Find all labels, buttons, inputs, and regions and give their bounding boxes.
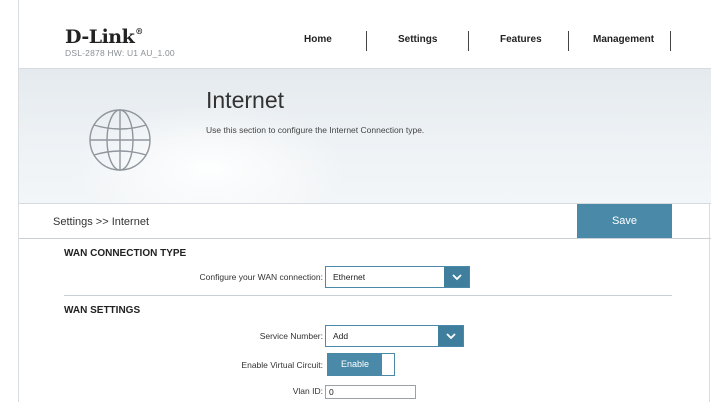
nav-settings[interactable]: Settings — [398, 34, 437, 45]
nav-home[interactable]: Home — [304, 34, 332, 45]
vlan-id-label: Vlan ID: — [292, 386, 323, 396]
wan-connection-label: Configure your WAN connection: — [199, 272, 323, 282]
service-number-select[interactable]: Add — [325, 325, 464, 347]
chevron-down-icon[interactable] — [444, 267, 469, 287]
nav-separator — [568, 31, 569, 51]
virtual-circuit-label: Enable Virtual Circuit: — [241, 360, 323, 370]
vlan-id-input[interactable]: 0 — [325, 385, 416, 399]
section-divider — [64, 295, 672, 296]
nav-separator — [670, 31, 671, 51]
nav-separator — [366, 31, 367, 51]
save-button[interactable]: Save — [577, 204, 672, 238]
nav-separator — [468, 31, 469, 51]
wan-connection-value: Ethernet — [333, 272, 366, 282]
nav-management[interactable]: Management — [593, 34, 654, 45]
virtual-circuit-toggle[interactable]: Enable — [327, 353, 395, 376]
divider — [19, 238, 711, 239]
service-number-value: Add — [333, 331, 349, 341]
page-title: Internet — [206, 87, 284, 113]
toggle-enable-state: Enable — [328, 354, 382, 375]
service-number-label: Service Number: — [259, 331, 323, 341]
header: D-Link® DSL-2878 HW: U1 AU_1.00 Home Set… — [19, 0, 711, 68]
breadcrumb-bar: Settings >> Internet Save — [19, 204, 711, 238]
section-title-wan-type: WAN CONNECTION TYPE — [64, 248, 187, 259]
nav-features[interactable]: Features — [500, 34, 542, 45]
wan-connection-select[interactable]: Ethernet — [325, 266, 470, 288]
globe-icon — [89, 109, 151, 171]
page-description: Use this section to configure the Intern… — [206, 125, 425, 135]
breadcrumb: Settings >> Internet — [53, 216, 150, 228]
chevron-down-icon[interactable] — [438, 326, 463, 346]
router-page: D-Link® DSL-2878 HW: U1 AU_1.00 Home Set… — [18, 0, 711, 402]
main-nav: Home Settings Features Management — [19, 31, 711, 54]
section-title-wan-settings: WAN SETTINGS — [64, 305, 141, 316]
page-banner: Internet Use this section to configure t… — [19, 68, 711, 204]
